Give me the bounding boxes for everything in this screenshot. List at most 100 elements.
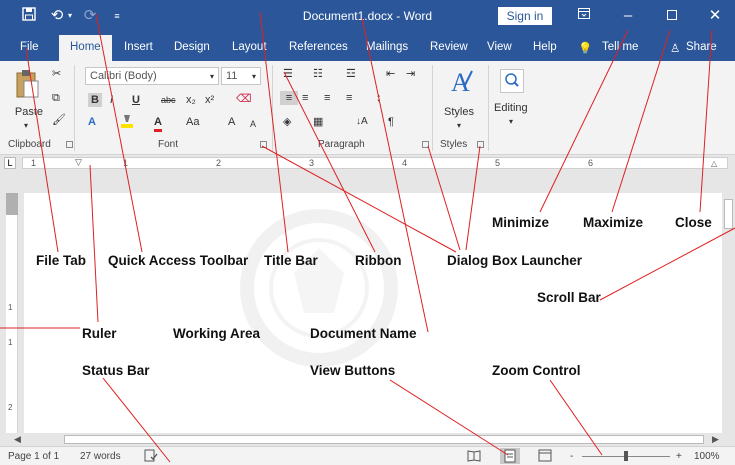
tab-layout[interactable]: Layout (232, 41, 267, 53)
indent-marker-icon[interactable]: ▽ (75, 157, 82, 168)
close-icon[interactable]: ✕ (707, 7, 723, 25)
editing-dropdown-icon[interactable]: ▾ (509, 115, 513, 129)
sort-icon[interactable]: ↓A (356, 115, 368, 129)
underline-button[interactable]: U (132, 93, 140, 107)
annotation-quick-access-toolbar: Quick Access Toolbar (108, 253, 249, 268)
editing-button[interactable]: Editing (494, 101, 528, 115)
change-case-button[interactable]: Aa (186, 115, 199, 129)
font-dialog-launcher[interactable] (260, 141, 267, 148)
vertical-scroll-thumb[interactable] (724, 199, 733, 229)
font-color-button[interactable]: A (154, 115, 162, 132)
minimize-icon[interactable]: – (620, 7, 636, 25)
subscript-button[interactable]: x₂ (186, 93, 196, 107)
paragraph-dialog-launcher[interactable] (422, 141, 429, 148)
read-mode-icon[interactable] (467, 449, 481, 465)
annotation-minimize: Minimize (492, 215, 550, 230)
numbering-icon[interactable]: ☷ (313, 67, 323, 81)
proofing-icon[interactable] (144, 449, 158, 465)
ribbon-display-options-icon[interactable] (576, 7, 592, 25)
show-formatting-button[interactable]: ¶ (388, 115, 394, 129)
right-indent-marker-icon[interactable]: △ (711, 159, 717, 168)
clear-formatting-icon[interactable]: ⌫ (236, 92, 252, 106)
zoom-level[interactable]: 100% (694, 451, 720, 462)
align-right-icon[interactable]: ≡ (324, 91, 330, 105)
ruler-number: 3 (309, 158, 315, 168)
font-name-combo[interactable]: Calibri (Body) (85, 67, 219, 85)
ribbon-tabs: File Home Insert Design Layout Reference… (0, 33, 735, 61)
cut-icon[interactable]: ✂ (52, 67, 61, 81)
clipboard-dialog-launcher[interactable] (66, 141, 73, 148)
copy-icon[interactable]: ⧉ (52, 91, 60, 105)
increase-indent-icon[interactable]: ⇥ (406, 67, 415, 81)
paste-button[interactable]: Paste (14, 105, 44, 119)
tab-design[interactable]: Design (174, 41, 210, 53)
sign-in-button[interactable]: Sign in (498, 7, 552, 25)
tab-file[interactable]: File (20, 41, 39, 53)
font-name-dropdown-icon[interactable]: ▾ (210, 70, 214, 84)
align-center-icon[interactable]: ≡ (302, 91, 308, 105)
paste-icon[interactable] (14, 69, 40, 99)
page-count[interactable]: Page 1 of 1 (8, 451, 59, 462)
tab-references[interactable]: References (289, 41, 348, 53)
tab-home[interactable]: Home (59, 35, 112, 61)
zoom-in-button[interactable]: + (676, 451, 682, 462)
tab-review[interactable]: Review (430, 41, 468, 53)
vruler-number: 2 (8, 403, 13, 412)
print-layout-icon[interactable] (500, 448, 520, 464)
styles-icon[interactable]: A (448, 67, 474, 101)
bullets-icon[interactable]: ☰ (283, 67, 293, 81)
vruler-number: 1 (8, 303, 13, 312)
vertical-ruler-margin (6, 193, 18, 215)
tab-help[interactable]: Help (533, 41, 557, 53)
styles-dialog-launcher[interactable] (477, 141, 484, 148)
horizontal-scroll-thumb[interactable] (64, 435, 704, 444)
borders-icon[interactable]: ▦ (313, 115, 323, 129)
ruler-row: L ▽ 1 1 2 3 4 5 6 △ (0, 155, 735, 171)
font-size-dropdown-icon[interactable]: ▾ (252, 70, 256, 84)
strikethrough-button[interactable]: abc (161, 93, 176, 107)
styles-dropdown-icon[interactable]: ▾ (457, 119, 461, 133)
tab-insert[interactable]: Insert (124, 41, 153, 53)
title-bar: ⟲ ▾ ⟳ ≡ Document1.docx - Word Sign in – … (0, 0, 735, 33)
workspace-gutter (0, 171, 735, 193)
word-window: ⟲ ▾ ⟳ ≡ Document1.docx - Word Sign in – … (0, 0, 735, 465)
vertical-ruler[interactable]: 1 1 2 (6, 193, 18, 433)
shrink-font-button[interactable]: A (250, 117, 256, 131)
horizontal-scrollbar[interactable]: ◀ ▶ (0, 433, 735, 446)
scroll-left-icon[interactable]: ◀ (14, 433, 21, 446)
multilevel-list-icon[interactable]: ☲ (346, 67, 356, 81)
tab-selector-icon[interactable]: L (4, 157, 16, 169)
tell-me-search[interactable]: Tell me (602, 41, 638, 53)
superscript-button[interactable]: x² (205, 93, 214, 107)
shading-icon[interactable]: ◈ (283, 115, 291, 129)
zoom-slider-thumb[interactable] (624, 451, 628, 461)
highlight-icon[interactable] (120, 113, 134, 133)
vertical-scrollbar[interactable] (722, 193, 735, 433)
ruler-number: 2 (216, 158, 222, 168)
word-count[interactable]: 27 words (80, 451, 121, 462)
tab-mailings[interactable]: Mailings (366, 41, 408, 53)
bold-button[interactable]: B (88, 93, 102, 107)
styles-button[interactable]: Styles (444, 105, 474, 119)
annotation-view-buttons: View Buttons (310, 363, 396, 378)
maximize-icon[interactable] (664, 7, 680, 25)
align-left-icon[interactable]: ≡ (280, 91, 298, 105)
grow-font-button[interactable]: A (228, 115, 235, 129)
tab-view[interactable]: View (487, 41, 512, 53)
horizontal-ruler[interactable]: ▽ 1 1 2 3 4 5 6 △ (22, 157, 728, 169)
paste-dropdown-icon[interactable]: ▾ (24, 119, 28, 133)
scroll-right-icon[interactable]: ▶ (712, 433, 719, 446)
lightbulb-icon: 💡 (578, 43, 593, 55)
search-icon[interactable] (500, 69, 524, 93)
justify-icon[interactable]: ≡ (346, 91, 352, 105)
share-button[interactable]: Share (686, 41, 717, 53)
italic-button[interactable]: I (110, 93, 113, 107)
zoom-out-button[interactable]: - (570, 451, 573, 462)
text-effects-button[interactable]: A (88, 115, 96, 129)
paragraph-group-label: Paragraph (318, 139, 365, 150)
decrease-indent-icon[interactable]: ⇤ (386, 67, 395, 81)
annotation-dialog-box-launcher: Dialog Box Launcher (447, 253, 583, 268)
line-spacing-icon[interactable]: ↕ (376, 91, 382, 105)
web-layout-icon[interactable] (538, 449, 552, 465)
format-painter-icon[interactable]: 🖌 (52, 113, 66, 127)
